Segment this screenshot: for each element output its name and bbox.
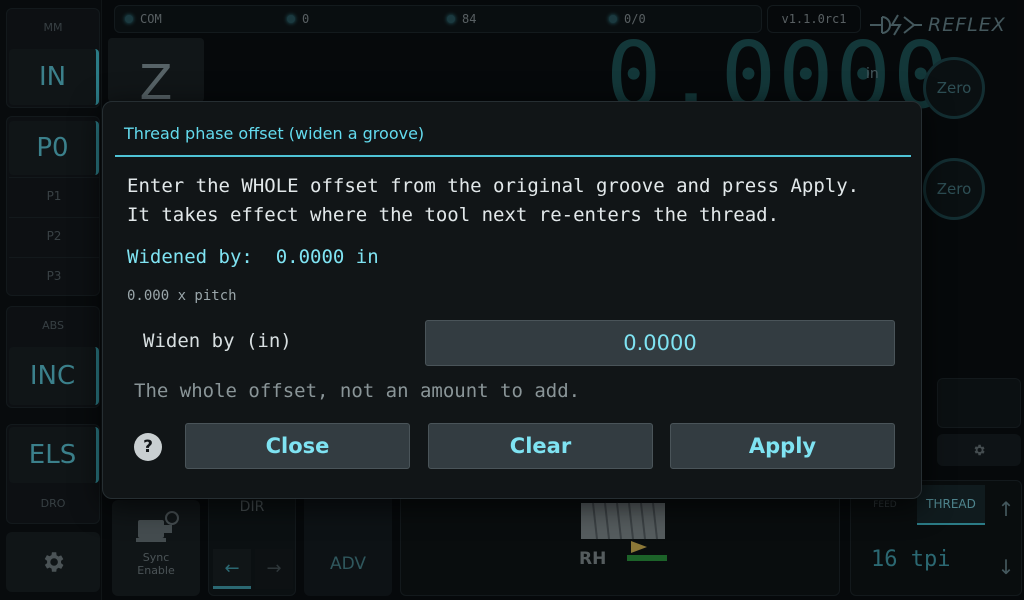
instruction-line-2: It takes effect where the tool next re-e… bbox=[127, 204, 780, 226]
close-button[interactable]: Close bbox=[185, 423, 410, 469]
clear-button[interactable]: Clear bbox=[428, 423, 653, 469]
instruction-line-1: Enter the WHOLE offset from the original… bbox=[127, 175, 860, 197]
widened-value: 0.0000 in bbox=[275, 246, 379, 268]
dialog-title: Thread phase offset (widen a groove) bbox=[124, 124, 425, 143]
widen-by-input[interactable]: 0.0000 bbox=[425, 320, 895, 366]
help-icon[interactable]: ? bbox=[134, 433, 162, 461]
apply-button[interactable]: Apply bbox=[670, 423, 895, 469]
title-divider bbox=[115, 155, 911, 157]
thread-phase-dialog: Thread phase offset (widen a groove) Ent… bbox=[102, 101, 922, 499]
widened-label: Widened by: bbox=[127, 246, 253, 268]
pitch-multiple: 0.000 x pitch bbox=[127, 288, 237, 304]
widened-by-readout: Widened by: 0.0000 in bbox=[127, 246, 379, 268]
widen-field-label: Widen by (in) bbox=[143, 330, 292, 352]
hint-text: The whole offset, not an amount to add. bbox=[134, 380, 581, 402]
